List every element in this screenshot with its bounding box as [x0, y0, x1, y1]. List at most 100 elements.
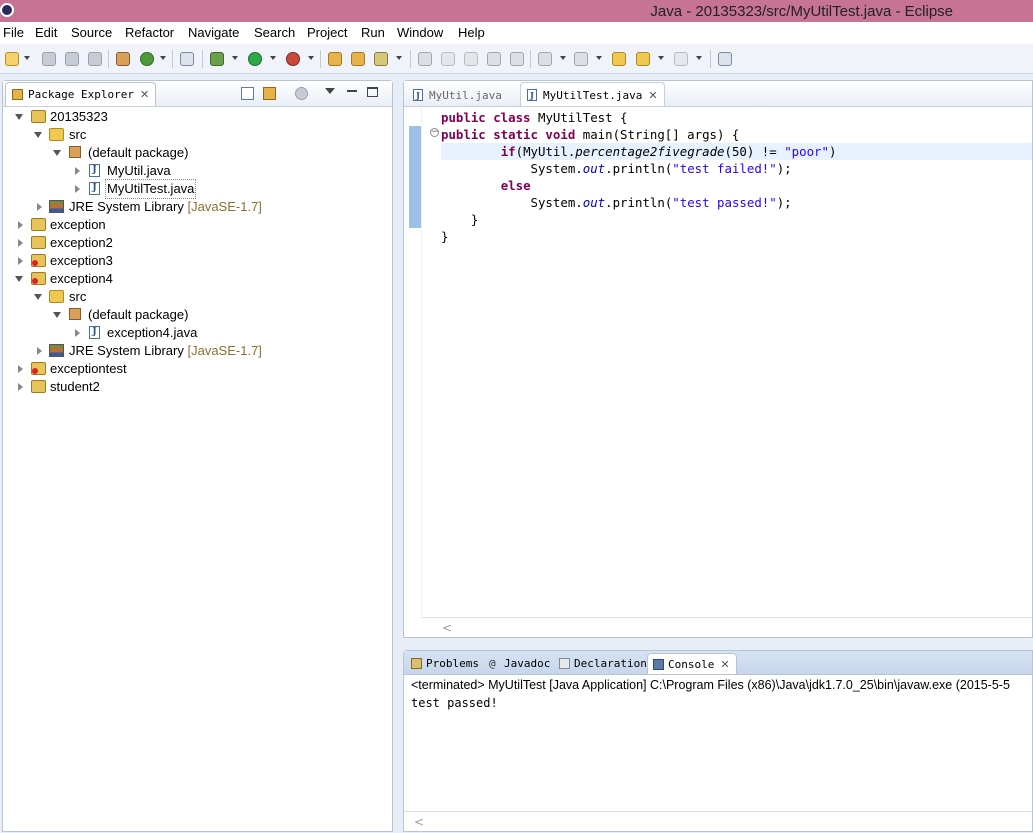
editor-horizontal-scrollbar[interactable]: <	[422, 617, 1032, 637]
fold-collapse-icon[interactable]: −	[430, 128, 439, 137]
close-icon[interactable]: ✕	[720, 658, 729, 671]
menu-navigate[interactable]: Navigate	[188, 25, 239, 40]
collapse-arrow-icon[interactable]	[53, 312, 61, 318]
menu-run[interactable]: Run	[361, 25, 385, 40]
new-package-icon[interactable]	[116, 52, 130, 66]
show-whitespace-icon[interactable]	[487, 52, 501, 66]
tree-label: MyUtilTest.java	[105, 179, 197, 199]
scroll-left-icon[interactable]: <	[414, 815, 424, 829]
menu-search[interactable]: Search	[254, 25, 295, 40]
print-icon[interactable]	[88, 52, 102, 66]
back-icon[interactable]	[636, 52, 650, 66]
code-line-1: public class MyUtilTest {	[441, 110, 628, 125]
console-status: <terminated> MyUtilTest [Java Applicatio…	[411, 678, 1010, 692]
pin-editor-icon[interactable]	[718, 52, 732, 66]
tab-console[interactable]: Console ✕	[647, 653, 737, 674]
expand-arrow-icon[interactable]	[18, 365, 23, 373]
source-folder-icon	[49, 128, 64, 141]
code-area[interactable]: − public class MyUtilTest { public stati…	[404, 108, 1032, 618]
block-selection-icon[interactable]	[464, 52, 478, 66]
debug-icon[interactable]	[210, 52, 224, 66]
tree-label: JRE System Library [JavaSE-1.7]	[69, 199, 262, 214]
new-class-icon[interactable]	[140, 52, 154, 66]
tree-label: JRE System Library [JavaSE-1.7]	[69, 343, 262, 358]
collapse-arrow-icon[interactable]	[34, 294, 42, 300]
new-icon[interactable]	[5, 52, 19, 66]
menu-window[interactable]: Window	[397, 25, 443, 40]
package-icon	[69, 146, 81, 158]
previous-annotation-dropdown-icon[interactable]	[596, 56, 602, 60]
menu-file[interactable]: File	[3, 25, 24, 40]
menu-source[interactable]: Source	[71, 25, 112, 40]
menu-refactor[interactable]: Refactor	[125, 25, 174, 40]
filter-icon[interactable]	[295, 87, 308, 100]
toolbar-separator	[108, 50, 109, 68]
close-icon[interactable]: ✕	[140, 88, 149, 101]
tab-myutil-java[interactable]: J MyUtil.java	[406, 82, 509, 106]
collapse-arrow-icon[interactable]	[15, 276, 23, 282]
toolbar-separator	[172, 50, 173, 68]
debug-dropdown-icon[interactable]	[232, 56, 238, 60]
open-task-icon[interactable]	[351, 52, 365, 66]
external-tools-dropdown-icon[interactable]	[308, 56, 314, 60]
last-edit-location-icon[interactable]	[612, 52, 626, 66]
tab-package-explorer[interactable]: Package Explorer ✕	[5, 82, 157, 106]
back-dropdown-icon[interactable]	[658, 56, 664, 60]
next-annotation-icon[interactable]	[538, 52, 552, 66]
show-source-icon[interactable]	[510, 52, 524, 66]
console-output[interactable]: test passed!	[411, 696, 498, 710]
code-line-4: System.out.println("test failed!");	[441, 161, 792, 176]
next-annotation-dropdown-icon[interactable]	[560, 56, 566, 60]
console-tab-bar: Problems @ Javadoc Declaration Console ✕	[404, 651, 1032, 675]
run-icon[interactable]	[248, 52, 262, 66]
scroll-left-icon[interactable]: <	[442, 621, 452, 635]
expand-arrow-icon[interactable]	[75, 185, 80, 193]
new-dropdown-icon[interactable]	[24, 56, 30, 60]
console-horizontal-scrollbar[interactable]: <	[404, 811, 1032, 831]
search-icon[interactable]	[374, 52, 388, 66]
tree-label: src	[69, 127, 87, 142]
maximize-icon[interactable]	[367, 87, 378, 97]
expand-arrow-icon[interactable]	[18, 383, 23, 391]
save-icon[interactable]	[42, 52, 56, 66]
tab-myutiltest-java[interactable]: J MyUtilTest.java ✕	[520, 82, 665, 106]
java-file-icon: J	[89, 164, 100, 177]
expand-arrow-icon[interactable]	[75, 167, 80, 175]
expand-arrow-icon[interactable]	[18, 221, 23, 229]
menu-help[interactable]: Help	[458, 25, 485, 40]
close-icon[interactable]: ✕	[648, 89, 657, 102]
run-external-tools-icon[interactable]	[286, 52, 300, 66]
expand-arrow-icon[interactable]	[75, 329, 80, 337]
link-with-editor-icon[interactable]	[263, 87, 276, 100]
skip-breakpoints-icon[interactable]	[180, 52, 194, 66]
view-menu-icon[interactable]	[325, 88, 335, 94]
menu-project[interactable]: Project	[307, 25, 347, 40]
forward-dropdown-icon[interactable]	[696, 56, 702, 60]
forward-icon[interactable]	[674, 52, 688, 66]
toggle-mark-occurrences-icon[interactable]	[418, 52, 432, 66]
tab-javadoc[interactable]: @ Javadoc	[484, 653, 556, 674]
code-line-5: else	[500, 178, 531, 193]
tree-label: exception3	[50, 253, 113, 268]
toggle-breadcrumb-icon[interactable]	[441, 52, 455, 66]
previous-annotation-icon[interactable]	[574, 52, 588, 66]
toolbar-separator	[530, 50, 531, 68]
expand-arrow-icon[interactable]	[18, 239, 23, 247]
collapse-arrow-icon[interactable]	[15, 114, 23, 120]
save-all-icon[interactable]	[65, 52, 79, 66]
open-type-icon[interactable]	[328, 52, 342, 66]
minimize-icon[interactable]	[347, 90, 357, 92]
menu-edit[interactable]: Edit	[35, 25, 57, 40]
collapse-arrow-icon[interactable]	[34, 132, 42, 138]
new-class-dropdown-icon[interactable]	[160, 56, 166, 60]
tab-declaration[interactable]: Declaration	[554, 653, 653, 674]
collapse-all-icon[interactable]	[241, 87, 254, 100]
collapse-arrow-icon[interactable]	[53, 150, 61, 156]
search-dropdown-icon[interactable]	[396, 56, 402, 60]
expand-arrow-icon[interactable]	[37, 203, 42, 211]
expand-arrow-icon[interactable]	[18, 257, 23, 265]
package-explorer-icon	[12, 89, 23, 100]
run-dropdown-icon[interactable]	[270, 56, 276, 60]
expand-arrow-icon[interactable]	[37, 347, 42, 355]
tab-problems[interactable]: Problems	[406, 653, 485, 674]
